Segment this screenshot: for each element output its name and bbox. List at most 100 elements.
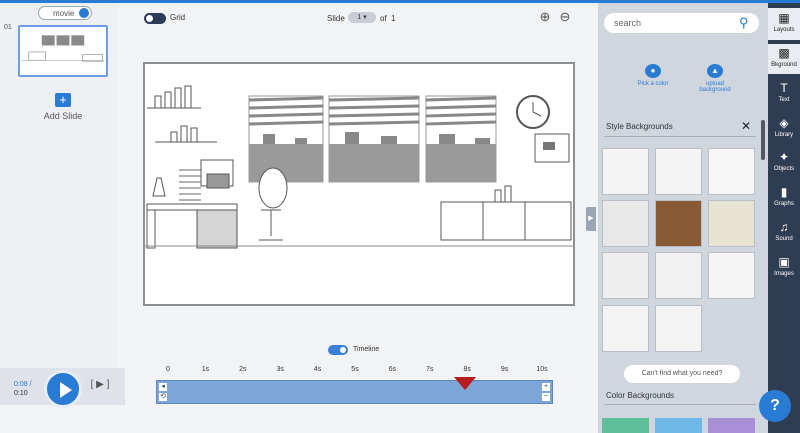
timeline-track[interactable]: ◂ ⟲ + − bbox=[156, 380, 553, 404]
color-swatch-3[interactable] bbox=[708, 418, 755, 433]
close-icon[interactable]: ✕ bbox=[741, 119, 751, 133]
timeline-tick: 5s bbox=[351, 366, 359, 373]
timeline-tick: 4s bbox=[313, 366, 322, 373]
objects-icon: ✦ bbox=[778, 150, 790, 164]
wall-clock bbox=[516, 95, 550, 129]
upload-cloud-icon: ▲ bbox=[707, 64, 723, 78]
rail-label: Images bbox=[774, 271, 794, 277]
zoom-out-icon[interactable]: ⊖ bbox=[557, 10, 573, 26]
background-thumb-3[interactable] bbox=[708, 148, 755, 195]
layouts-icon: ▦ bbox=[778, 11, 790, 25]
collapse-panel-button[interactable]: ▶ bbox=[586, 207, 596, 231]
playhead-marker[interactable] bbox=[454, 377, 476, 390]
rail-library[interactable]: ◈ Library bbox=[768, 116, 800, 139]
background-thumb-10[interactable] bbox=[602, 305, 649, 352]
timeline-ruler: 0 1s 2s 3s 4s 5s 6s 7s 8s 9s 10s bbox=[156, 366, 554, 380]
rail-label: Layouts bbox=[773, 27, 795, 33]
search-icon[interactable]: ⚲ bbox=[739, 15, 755, 31]
pick-color-button[interactable]: ● Pick a color bbox=[628, 64, 678, 87]
library-icon: ◈ bbox=[779, 116, 789, 130]
rail-label: Text bbox=[778, 97, 790, 103]
slide-total-value: 1 bbox=[391, 14, 396, 23]
images-icon: ▣ bbox=[778, 255, 790, 269]
rail-label: Objects bbox=[773, 166, 795, 172]
of-label: of bbox=[380, 14, 387, 23]
slide-thumbnail-art bbox=[21, 27, 105, 75]
graphs-icon: ▮ bbox=[780, 185, 788, 199]
timeline-tick: 3s bbox=[276, 366, 284, 373]
background-thumb-7[interactable] bbox=[602, 252, 649, 299]
timeline-tick: 0 bbox=[166, 366, 170, 373]
background-thumb-6[interactable] bbox=[708, 200, 755, 247]
link-icon[interactable]: ⟲ bbox=[159, 393, 167, 401]
timeline-label: Timeline bbox=[353, 346, 380, 353]
rail-label: Library bbox=[774, 132, 794, 138]
play-button[interactable] bbox=[44, 370, 82, 408]
rail-layouts[interactable]: ▦ Layouts bbox=[768, 8, 800, 40]
timeline-tick: 7s bbox=[426, 366, 434, 373]
add-slide-label[interactable]: Add Slide bbox=[30, 111, 96, 121]
movie-mode-toggle[interactable]: movie bbox=[38, 6, 92, 20]
timeline-tick: 2s bbox=[239, 366, 247, 373]
rail-label: Bkground bbox=[771, 62, 797, 68]
timeline-tick: 8s bbox=[463, 366, 471, 373]
rail-text[interactable]: T Text bbox=[768, 81, 800, 104]
collapse-left-icon[interactable]: ◂ bbox=[159, 383, 167, 391]
background-thumb-1[interactable] bbox=[602, 148, 649, 195]
search-input[interactable]: search bbox=[604, 13, 759, 33]
section-divider bbox=[604, 404, 756, 405]
background-thumb-5[interactable] bbox=[655, 200, 702, 247]
slide-number-select[interactable]: 1 ▾ bbox=[348, 12, 376, 23]
movie-toggle-knob bbox=[79, 8, 89, 18]
color-backgrounds-title: Color Backgrounds bbox=[606, 391, 675, 400]
grid-label: Grid bbox=[170, 13, 186, 22]
style-backgrounds-title: Style Backgrounds bbox=[606, 122, 673, 131]
rail-objects[interactable]: ✦ Objects bbox=[768, 150, 800, 173]
total-time: 0:10 bbox=[14, 390, 28, 397]
rail-graphs[interactable]: ▮ Graphs bbox=[768, 185, 800, 208]
color-swatch-1[interactable] bbox=[602, 418, 649, 433]
step-forward-icon[interactable]: [ ▶ ] bbox=[89, 379, 111, 395]
grid-toggle[interactable] bbox=[144, 13, 166, 24]
remove-icon[interactable]: − bbox=[542, 393, 550, 401]
background-thumb-2[interactable] bbox=[655, 148, 702, 195]
help-button[interactable]: ? bbox=[759, 390, 791, 422]
rail-images[interactable]: ▣ Images bbox=[768, 255, 800, 278]
slide-number: 01 bbox=[4, 24, 12, 31]
rail-label: Sound bbox=[775, 236, 793, 242]
current-time: 0:08 / bbox=[14, 381, 32, 388]
slide-number-value: 1 bbox=[357, 14, 362, 21]
background-thumb-9[interactable] bbox=[708, 252, 755, 299]
slide-total: of 1 bbox=[380, 14, 396, 23]
timeline-tick: 9s bbox=[500, 366, 509, 373]
upload-background-button[interactable]: ▲ upload background bbox=[690, 64, 740, 93]
zoom-in-icon[interactable]: ⊕ bbox=[537, 10, 553, 26]
timeline-tick: 10s bbox=[536, 366, 548, 373]
timeline-toggle[interactable] bbox=[328, 345, 348, 355]
background-thumb-4[interactable] bbox=[602, 200, 649, 247]
grid-toggle-knob bbox=[146, 15, 153, 22]
color-swatch-2[interactable] bbox=[655, 418, 702, 433]
timeline-tick: 1s bbox=[201, 366, 210, 373]
window-panels bbox=[248, 95, 497, 183]
rail-sound[interactable]: ♫ Sound bbox=[768, 221, 800, 243]
cant-find-button[interactable]: Can't find what you need? bbox=[624, 365, 740, 383]
pick-color-label: Pick a color bbox=[637, 81, 669, 87]
background-thumb-11[interactable] bbox=[655, 305, 702, 352]
slide-label: Slide bbox=[327, 14, 345, 23]
background-thumb-8[interactable] bbox=[655, 252, 702, 299]
timeline-tick: 6s bbox=[388, 366, 397, 373]
rail-label: Graphs bbox=[774, 201, 794, 207]
timeline-toggle-knob bbox=[340, 347, 346, 353]
add-slide-button[interactable]: + bbox=[55, 93, 71, 107]
add-icon[interactable]: + bbox=[542, 383, 550, 391]
upload-label: upload background bbox=[699, 81, 731, 93]
slide-thumbnail[interactable] bbox=[18, 25, 108, 77]
movie-mode-label: movie bbox=[53, 9, 75, 18]
background-icon: ▩ bbox=[778, 46, 790, 60]
office-scene-illustration bbox=[145, 64, 573, 304]
text-icon: T bbox=[780, 81, 788, 95]
panel-scrollbar[interactable] bbox=[761, 120, 765, 160]
rail-background[interactable]: ▩ Bkground bbox=[768, 44, 800, 74]
slide-canvas[interactable] bbox=[143, 62, 575, 306]
